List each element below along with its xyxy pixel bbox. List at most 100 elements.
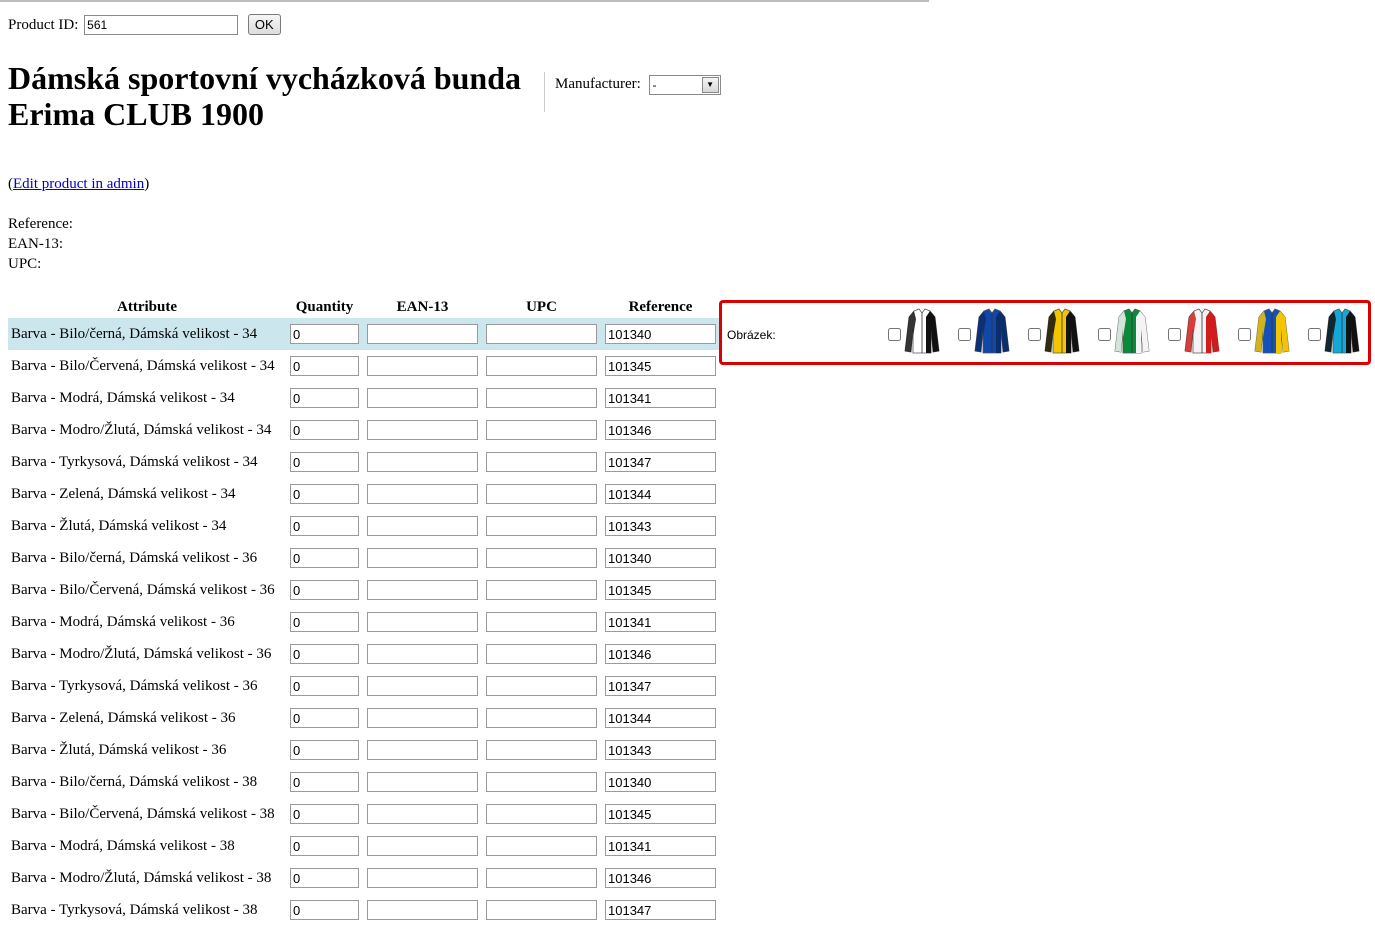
ean13-input[interactable] (367, 708, 478, 728)
ean13-input[interactable] (367, 580, 478, 600)
quantity-input[interactable] (290, 420, 359, 440)
quantity-input[interactable] (290, 452, 359, 472)
reference-input[interactable] (605, 740, 716, 760)
quantity-input[interactable] (290, 644, 359, 664)
header-ean13: EAN-13 (396, 298, 449, 315)
manufacturer-select[interactable]: - ▼ (648, 74, 721, 95)
upc-input[interactable] (486, 708, 597, 728)
ean13-input[interactable] (367, 484, 478, 504)
quantity-input[interactable] (290, 516, 359, 536)
quantity-input[interactable] (290, 836, 359, 856)
reference-input[interactable] (605, 324, 716, 344)
upc-input[interactable] (486, 676, 597, 696)
quantity-input[interactable] (290, 900, 359, 920)
ean13-input[interactable] (367, 740, 478, 760)
upc-input[interactable] (486, 388, 597, 408)
jacket-white-black-icon[interactable] (902, 307, 942, 355)
quantity-input[interactable] (290, 676, 359, 696)
ean13-input[interactable] (367, 868, 478, 888)
jacket-green-white-icon[interactable] (1112, 307, 1152, 355)
table-row: Barva - Žlutá, Dámská velikost - 36 (8, 734, 720, 766)
quantity-input[interactable] (290, 708, 359, 728)
reference-input[interactable] (605, 772, 716, 792)
quantity-input[interactable] (290, 612, 359, 632)
reference-input[interactable] (605, 900, 716, 920)
reference-input[interactable] (605, 644, 716, 664)
upc-input[interactable] (486, 580, 597, 600)
ean13-input[interactable] (367, 452, 478, 472)
reference-input[interactable] (605, 612, 716, 632)
reference-input[interactable] (605, 804, 716, 824)
reference-input[interactable] (605, 356, 716, 376)
upc-input[interactable] (486, 612, 597, 632)
quantity-input[interactable] (290, 356, 359, 376)
upc-input[interactable] (486, 772, 597, 792)
reference-input[interactable] (605, 548, 716, 568)
quantity-input[interactable] (290, 772, 359, 792)
ean13-input[interactable] (367, 644, 478, 664)
upc-input[interactable] (486, 452, 597, 472)
reference-input[interactable] (605, 580, 716, 600)
quantity-input[interactable] (290, 740, 359, 760)
ok-button[interactable]: OK (247, 14, 281, 36)
jacket-turquoise-black-icon[interactable] (1322, 307, 1362, 355)
image-checkbox[interactable] (888, 328, 901, 341)
table-row: Barva - Tyrkysová, Dámská velikost - 38 (8, 894, 720, 926)
image-checkbox[interactable] (958, 328, 971, 341)
reference-input[interactable] (605, 388, 716, 408)
upc-input[interactable] (486, 356, 597, 376)
quantity-input[interactable] (290, 804, 359, 824)
reference-input[interactable] (605, 676, 716, 696)
chevron-down-icon[interactable]: ▼ (701, 76, 719, 93)
ean13-input[interactable] (367, 516, 478, 536)
upc-input[interactable] (486, 484, 597, 504)
product-id-input[interactable] (84, 14, 239, 35)
quantity-input[interactable] (290, 388, 359, 408)
attribute-cell: Barva - Modro/Žlutá, Dámská velikost - 3… (11, 645, 272, 662)
ean13-input[interactable] (367, 612, 478, 632)
ean13-input[interactable] (367, 676, 478, 696)
jacket-white-red-icon[interactable] (1182, 307, 1222, 355)
reference-input[interactable] (605, 708, 716, 728)
image-checkbox[interactable] (1308, 328, 1321, 341)
upc-input[interactable] (486, 644, 597, 664)
image-checkbox[interactable] (1168, 328, 1181, 341)
upc-input[interactable] (486, 420, 597, 440)
quantity-input[interactable] (290, 580, 359, 600)
quantity-input[interactable] (290, 868, 359, 888)
ean-label: EAN-13: (8, 236, 63, 252)
upc-input[interactable] (486, 324, 597, 344)
ean13-input[interactable] (367, 804, 478, 824)
upc-input[interactable] (486, 900, 597, 920)
edit-product-link[interactable]: Edit product in admin (13, 176, 144, 192)
jacket-yellow-black-icon[interactable] (1042, 307, 1082, 355)
jacket-blue-yellow-icon[interactable] (1252, 307, 1292, 355)
jacket-blue-icon[interactable] (972, 307, 1012, 355)
ean13-input[interactable] (367, 388, 478, 408)
reference-input[interactable] (605, 516, 716, 536)
image-checkbox[interactable] (1238, 328, 1251, 341)
quantity-input[interactable] (290, 548, 359, 568)
image-checkbox[interactable] (1098, 328, 1111, 341)
ean13-input[interactable] (367, 772, 478, 792)
upc-input[interactable] (486, 548, 597, 568)
reference-input[interactable] (605, 836, 716, 856)
quantity-input[interactable] (290, 324, 359, 344)
ean13-input[interactable] (367, 548, 478, 568)
upc-input[interactable] (486, 836, 597, 856)
reference-input[interactable] (605, 452, 716, 472)
ean13-input[interactable] (367, 420, 478, 440)
reference-input[interactable] (605, 868, 716, 888)
image-checkbox[interactable] (1028, 328, 1041, 341)
upc-input[interactable] (486, 740, 597, 760)
ean13-input[interactable] (367, 324, 478, 344)
upc-input[interactable] (486, 516, 597, 536)
upc-input[interactable] (486, 804, 597, 824)
ean13-input[interactable] (367, 836, 478, 856)
ean13-input[interactable] (367, 356, 478, 376)
quantity-input[interactable] (290, 484, 359, 504)
upc-input[interactable] (486, 868, 597, 888)
reference-input[interactable] (605, 420, 716, 440)
ean13-input[interactable] (367, 900, 478, 920)
reference-input[interactable] (605, 484, 716, 504)
